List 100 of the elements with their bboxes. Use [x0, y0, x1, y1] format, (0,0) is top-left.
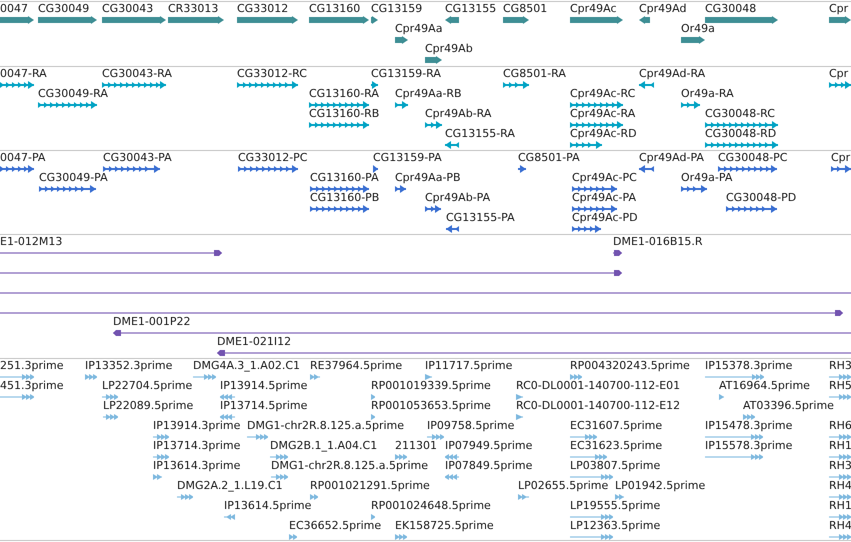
feature-arrow[interactable] — [371, 81, 378, 89]
feature-arrow[interactable] — [427, 433, 444, 441]
feature-arrow[interactable] — [829, 16, 851, 24]
feature-label: IP15378.3prime — [705, 360, 792, 372]
feature-arrow[interactable] — [829, 473, 851, 481]
feature-arrow[interactable] — [705, 433, 763, 441]
feature-arrow[interactable] — [168, 16, 224, 24]
feature-arrow[interactable] — [829, 453, 851, 461]
feature-arrow[interactable] — [570, 513, 613, 521]
feature-arrow[interactable] — [705, 453, 763, 461]
feature-label: Cpr49Ad-PA — [639, 152, 704, 164]
clone-feature[interactable] — [0, 249, 222, 257]
feature-arrow[interactable] — [193, 373, 216, 381]
feature-label: RH4 — [829, 520, 851, 532]
feature-arrow[interactable] — [570, 473, 613, 481]
feature-label: IP07949.5prime — [445, 440, 532, 452]
feature-arrow[interactable] — [103, 413, 118, 421]
feature-arrow[interactable] — [38, 16, 97, 24]
feature-label: Or49a-RA — [681, 88, 734, 100]
feature-label: Cpr49Ac-RD — [570, 128, 637, 140]
feature-arrow[interactable] — [829, 373, 851, 381]
feature-arrow[interactable] — [0, 373, 34, 381]
feature-arrow[interactable] — [705, 16, 778, 24]
feature-arrow[interactable] — [425, 373, 432, 381]
feature-label: Cpr49Ac-PA — [572, 192, 636, 204]
feature-label: E1-012M13 — [0, 236, 62, 248]
feature-label: CG13155-PA — [446, 212, 515, 224]
feature-arrow[interactable] — [705, 373, 764, 381]
feature-arrow[interactable] — [270, 453, 288, 461]
feature-arrow[interactable] — [237, 16, 298, 24]
feature-arrow[interactable] — [395, 453, 407, 461]
feature-arrow[interactable] — [503, 16, 529, 24]
feature-arrow[interactable] — [0, 16, 34, 24]
feature-arrow[interactable] — [570, 16, 623, 24]
feature-arrow[interactable] — [445, 453, 459, 461]
clone-feature[interactable] — [0, 269, 622, 277]
feature-label: CG13160 — [309, 3, 360, 15]
feature-label: RP001053653.5prime — [371, 400, 491, 412]
feature-arrow[interactable] — [0, 393, 34, 401]
feature-label: Cpr — [831, 152, 850, 164]
feature-arrow[interactable] — [829, 393, 851, 401]
feature-arrow[interactable] — [395, 36, 408, 44]
feature-arrow[interactable] — [220, 413, 235, 421]
feature-arrow[interactable] — [570, 533, 613, 540]
feature-label: EC36652.5prime — [289, 520, 382, 532]
feature-label: DME1-001P22 — [113, 316, 191, 328]
feature-arrow[interactable] — [177, 493, 193, 501]
clone-feature[interactable] — [113, 329, 851, 337]
feature-arrow[interactable] — [829, 493, 851, 501]
feature-arrow[interactable] — [153, 453, 169, 461]
feature-arrow[interactable] — [829, 513, 851, 521]
feature-arrow[interactable] — [719, 393, 724, 401]
feature-arrow[interactable] — [373, 165, 378, 173]
feature-label: IP09758.5prime — [427, 420, 514, 432]
feature-arrow[interactable] — [615, 493, 624, 501]
feature-arrow[interactable] — [518, 165, 526, 173]
feature-arrow[interactable] — [153, 473, 162, 481]
feature-arrow[interactable] — [102, 16, 166, 24]
feature-arrow[interactable] — [445, 473, 459, 481]
feature-arrow[interactable] — [310, 373, 320, 381]
feature-arrow[interactable] — [371, 16, 378, 24]
feature-arrow[interactable] — [289, 533, 297, 540]
feature-arrow[interactable] — [743, 413, 755, 421]
feature-arrow[interactable] — [371, 513, 375, 521]
clone-feature[interactable] — [0, 309, 843, 317]
feature-label: RH4 — [829, 480, 851, 492]
feature-arrow[interactable] — [639, 16, 650, 24]
feature-arrow[interactable] — [309, 16, 369, 24]
feature-arrow[interactable] — [271, 473, 288, 481]
feature-arrow[interactable] — [371, 413, 375, 421]
feature-arrow[interactable] — [425, 56, 442, 64]
feature-label: RH6 — [829, 420, 851, 432]
feature-label: IP15478.3prime — [705, 420, 792, 432]
feature-arrow[interactable] — [829, 433, 851, 441]
feature-label: CG30049-PA — [39, 172, 108, 184]
feature-arrow[interactable] — [224, 513, 235, 521]
feature-arrow[interactable] — [395, 533, 407, 540]
feature-arrow[interactable] — [85, 373, 97, 381]
feature-arrow[interactable] — [681, 36, 705, 44]
feature-arrow[interactable] — [247, 433, 268, 441]
feature-arrow[interactable] — [829, 533, 851, 540]
clone-feature[interactable] — [613, 249, 622, 257]
feature-arrow[interactable] — [153, 433, 169, 441]
feature-arrow[interactable] — [220, 393, 235, 401]
feature-arrow[interactable] — [570, 433, 597, 441]
feature-arrow[interactable] — [516, 413, 523, 421]
feature-arrow[interactable] — [570, 373, 582, 381]
feature-arrow[interactable] — [518, 493, 529, 501]
feature-arrow[interactable] — [371, 393, 375, 401]
feature-arrow[interactable] — [570, 453, 607, 461]
feature-label: CG13159 — [371, 3, 422, 15]
feature-arrow[interactable] — [102, 393, 118, 401]
feature-arrow[interactable] — [445, 16, 459, 24]
feature-label: IP13614.5prime — [224, 500, 312, 512]
feature-label: Cpr — [829, 3, 848, 15]
feature-arrow[interactable] — [516, 393, 523, 401]
clone-feature[interactable] — [217, 349, 851, 357]
feature-label: DMG1-chr2R.8.125.a.5prime — [271, 460, 428, 472]
feature-label: LP22704.5prime — [102, 380, 192, 392]
feature-arrow[interactable] — [310, 493, 318, 501]
